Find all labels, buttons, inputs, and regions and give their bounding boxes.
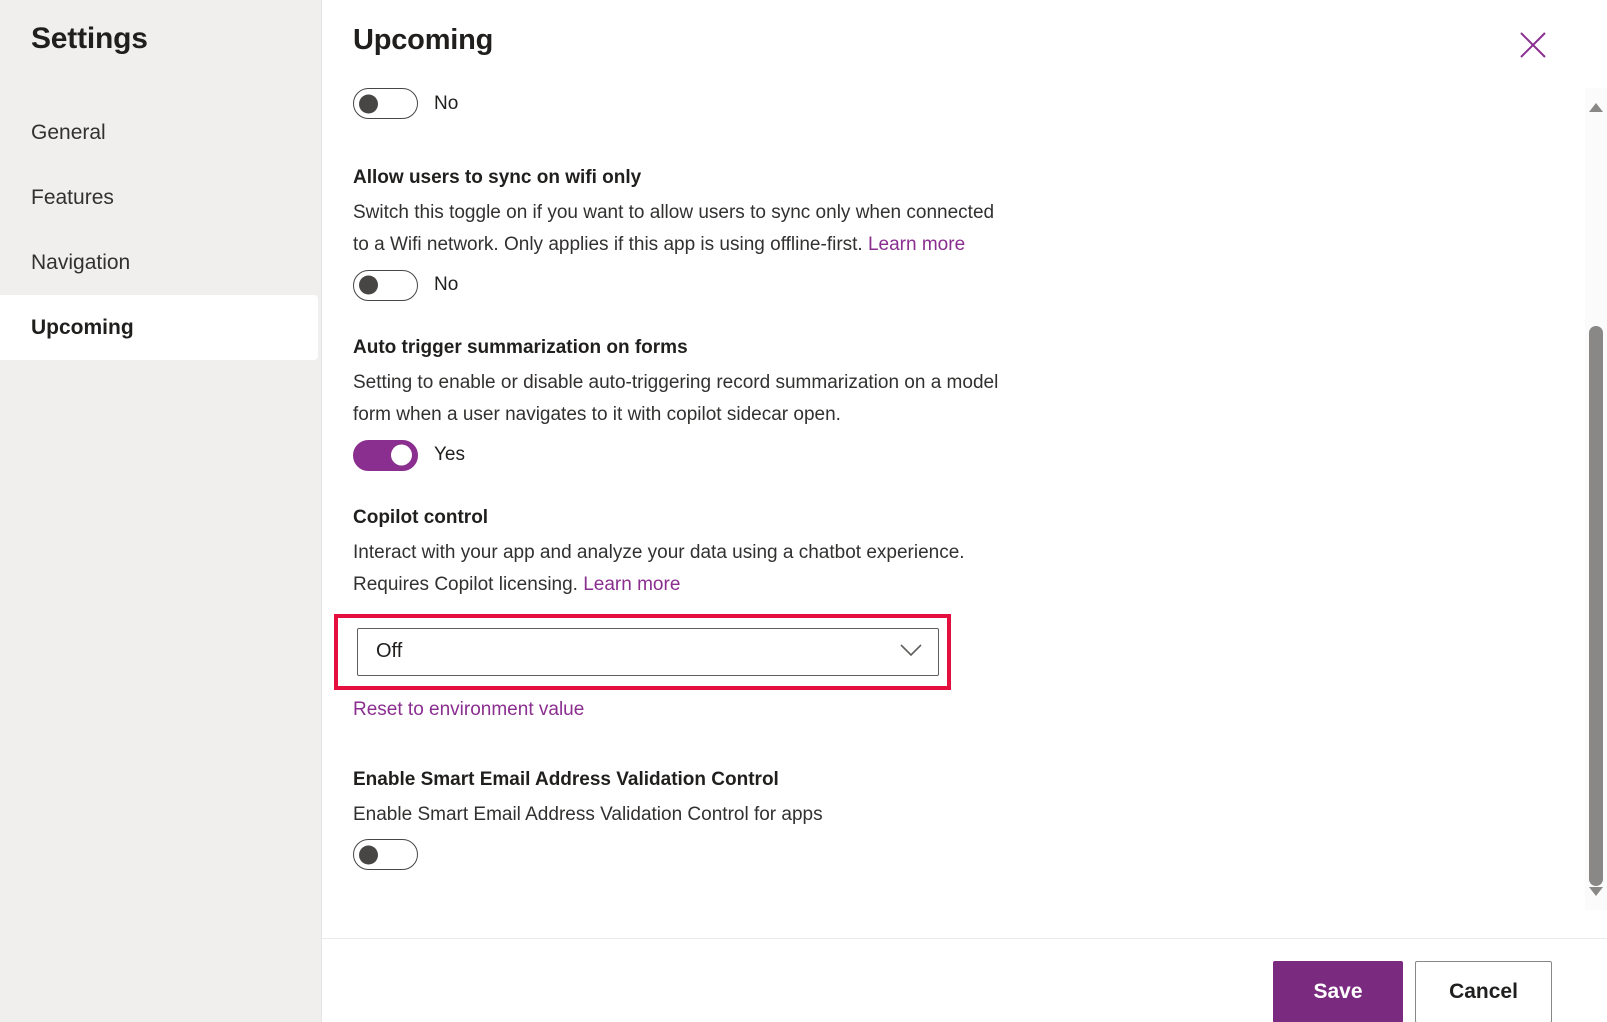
toggle-knob — [391, 444, 412, 466]
dialog-footer: Save Cancel — [322, 938, 1607, 1022]
toggle-row: No — [353, 88, 1507, 119]
learn-more-link[interactable]: Learn more — [583, 574, 680, 595]
copilot-control-dropdown[interactable]: Off — [357, 627, 939, 676]
toggle-row: No — [353, 269, 1507, 301]
reset-to-environment-value-link[interactable]: Reset to environment value — [353, 699, 584, 721]
page-title: Upcoming — [353, 24, 494, 56]
sidebar-item-upcoming[interactable]: Upcoming — [0, 295, 318, 360]
close-icon[interactable] — [1513, 25, 1553, 65]
settings-dialog: Settings General Features Navigation Upc… — [0, 0, 1607, 1022]
sidebar-nav: General Features Navigation Upcoming — [0, 100, 322, 360]
toggle-switch-smart-email-validation[interactable] — [353, 839, 418, 871]
setting-title: Allow users to sync on wifi only — [353, 167, 642, 188]
triangle-down-icon[interactable] — [1585, 880, 1607, 902]
toggle-knob — [359, 275, 378, 295]
dropdown-selected-value: Off — [376, 640, 403, 663]
toggle-knob — [359, 94, 378, 113]
setting-wifi-sync: Allow users to sync on wifi only Switch … — [353, 165, 1507, 301]
cancel-button[interactable]: Cancel — [1415, 961, 1552, 1022]
sidebar-item-label: Navigation — [31, 250, 131, 274]
scrollbar-thumb[interactable] — [1589, 326, 1603, 886]
setting-description: Switch this toggle on if you want to all… — [353, 197, 1013, 262]
sidebar-item-general[interactable]: General — [0, 100, 322, 165]
save-button[interactable]: Save — [1273, 961, 1403, 1022]
sidebar-item-label: General — [31, 120, 106, 144]
sidebar-item-navigation[interactable]: Navigation — [0, 230, 322, 295]
toggle-switch-wifi-sync[interactable] — [353, 269, 418, 301]
learn-more-link[interactable]: Learn more — [868, 234, 965, 255]
toggle-state-label: Yes — [434, 444, 465, 466]
setting-title: Enable Smart Email Address Validation Co… — [353, 768, 779, 790]
toggle-state-label: No — [434, 274, 459, 296]
highlight-annotation: Off — [334, 613, 951, 690]
setting-description: Interact with your app and analyze your … — [353, 537, 1013, 602]
setting-partial-top: No — [353, 88, 1507, 119]
toggle-switch-auto-summarization[interactable] — [353, 439, 418, 471]
toggle-switch-partial-top[interactable] — [353, 88, 418, 119]
setting-title: Auto trigger summarization on forms — [353, 336, 688, 358]
settings-sidebar: Settings General Features Navigation Upc… — [0, 0, 322, 1022]
toggle-knob — [359, 845, 378, 865]
settings-scroll-region: No Allow users to sync on wifi only Swit… — [322, 80, 1507, 938]
settings-main-panel: Upcoming No Allow users to sync on wifi … — [322, 0, 1607, 1022]
vertical-scrollbar[interactable] — [1585, 88, 1607, 910]
setting-copilot-control: Copilot control Interact with your app a… — [334, 505, 1507, 721]
sidebar-item-label: Features — [31, 185, 114, 209]
setting-smart-email-validation: Enable Smart Email Address Validation Co… — [353, 767, 1507, 871]
setting-description: Enable Smart Email Address Validation Co… — [353, 803, 823, 825]
chevron-down-icon — [899, 640, 923, 663]
sidebar-title: Settings — [31, 22, 148, 55]
sidebar-item-label: Upcoming — [31, 315, 134, 339]
setting-title: Copilot control — [353, 506, 489, 528]
toggle-row — [353, 839, 1507, 871]
toggle-state-label: No — [434, 92, 459, 114]
setting-description: Setting to enable or disable auto-trigge… — [353, 371, 999, 426]
sidebar-item-features[interactable]: Features — [0, 165, 322, 230]
triangle-up-icon[interactable] — [1585, 96, 1607, 118]
setting-auto-summarization: Auto trigger summarization on forms Sett… — [353, 335, 1507, 471]
toggle-row: Yes — [353, 439, 1507, 471]
